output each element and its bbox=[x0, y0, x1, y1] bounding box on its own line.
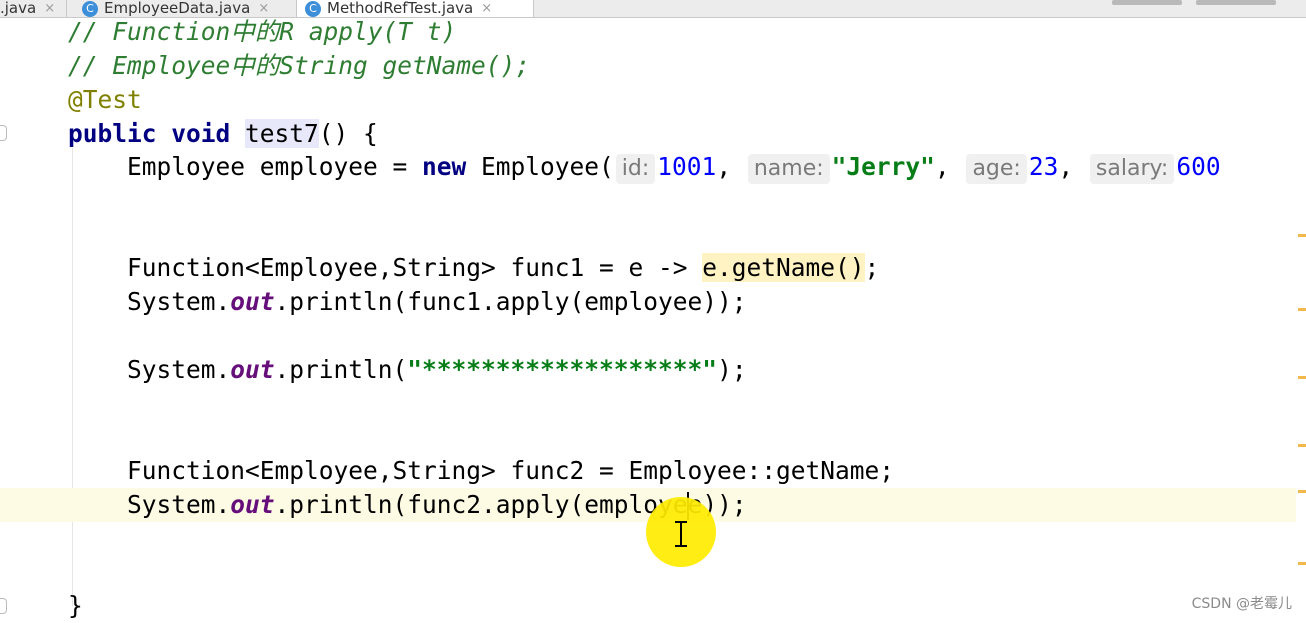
code-line-employee-decl: Employee employee = new Employee(id: 1001… bbox=[68, 150, 1221, 184]
param-hint-id: id: bbox=[615, 154, 656, 184]
param-hint-name: name: bbox=[747, 154, 830, 184]
close-icon[interactable]: × bbox=[481, 0, 492, 17]
error-stripe-mark[interactable] bbox=[1298, 562, 1306, 565]
error-stripe-mark[interactable] bbox=[1298, 444, 1306, 447]
error-stripe-mark[interactable] bbox=[1298, 490, 1306, 493]
fold-marker-icon[interactable] bbox=[0, 125, 7, 141]
tab-label: .java bbox=[0, 0, 37, 17]
code-line-closing-brace: } bbox=[68, 591, 83, 620]
error-stripe-mark[interactable] bbox=[1298, 376, 1306, 379]
code-line-annotation: @Test bbox=[68, 85, 142, 114]
tab-java-file[interactable]: .java × bbox=[0, 0, 62, 17]
code-line-print-separator: System.out.println("*******************"… bbox=[68, 355, 747, 384]
param-hint-age: age: bbox=[966, 154, 1027, 184]
code-line-print-func1: System.out.println(func1.apply(employee)… bbox=[68, 287, 747, 316]
fold-marker-icon[interactable] bbox=[0, 598, 7, 614]
error-stripe-mark[interactable] bbox=[1298, 234, 1306, 237]
ibeam-cursor-icon bbox=[675, 521, 687, 547]
code-line-comment-1: // Function中的R apply(T t) bbox=[68, 17, 457, 46]
close-icon[interactable]: × bbox=[44, 0, 55, 17]
tab-divider bbox=[66, 0, 67, 17]
method-name: test7 bbox=[245, 119, 319, 148]
watermark: CSDN @老霉儿 bbox=[1191, 596, 1292, 612]
toolbar-fragment bbox=[1196, 0, 1276, 5]
code-line-func1-decl: Function<Employee,String> func1 = e -> e… bbox=[68, 253, 880, 282]
code-line-func2-decl: Function<Employee,String> func2 = Employ… bbox=[68, 456, 895, 485]
code-line-print-func2: System.out.println(func2.apply(employee)… bbox=[68, 490, 747, 520]
code-line-comment-2: // Employee中的String getName(); bbox=[68, 51, 531, 80]
error-stripe-mark[interactable] bbox=[1298, 308, 1306, 311]
lambda-body-highlight: e.getName() bbox=[702, 253, 865, 282]
param-hint-salary: salary: bbox=[1089, 154, 1175, 184]
code-line-method-signature: public void test7() { bbox=[68, 119, 378, 148]
toolbar-fragment bbox=[1112, 0, 1182, 5]
